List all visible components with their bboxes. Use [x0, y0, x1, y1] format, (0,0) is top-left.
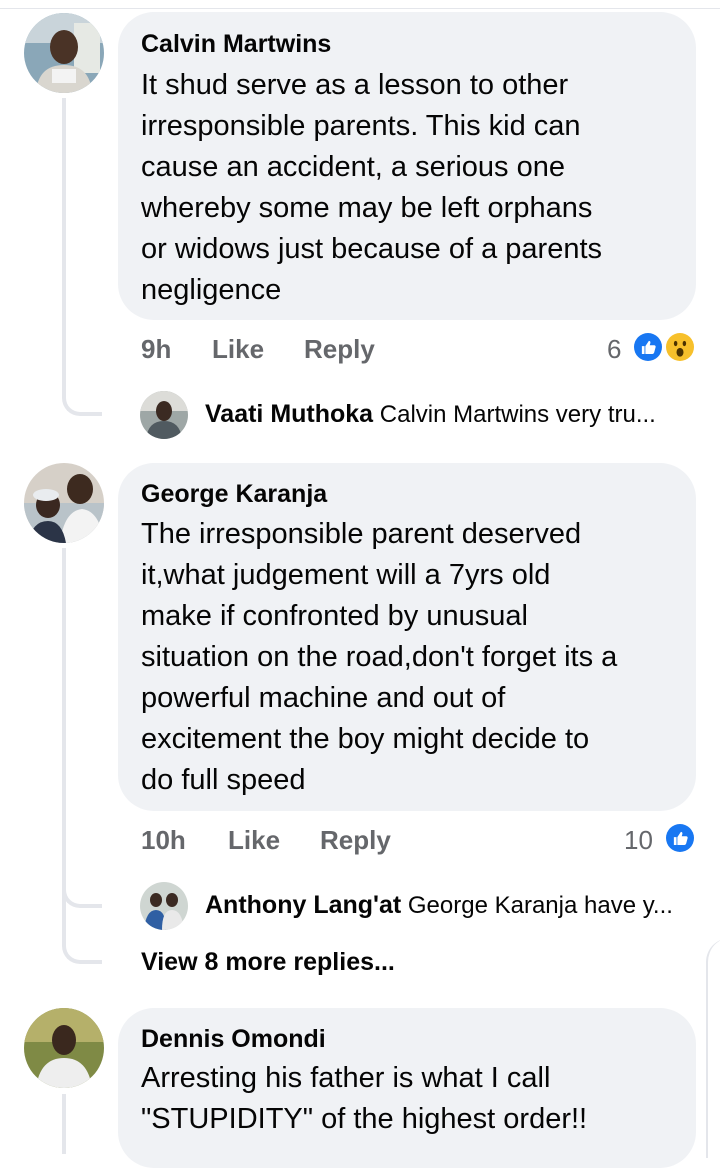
reply-text: Calvin Martwins very tru... — [379, 401, 656, 428]
comment-text: The irresponsible parent deserved it,wha… — [141, 518, 618, 796]
comment-time: 10h — [141, 825, 186, 855]
avatar-vaati-muthoka[interactable] — [140, 391, 188, 439]
like-icon — [664, 822, 696, 854]
avatar-anthony-langat[interactable] — [140, 882, 188, 930]
reply-button[interactable]: Reply — [304, 334, 375, 365]
like-button[interactable]: Like — [228, 825, 280, 856]
comment-text: It shud serve as a lesson to other irres… — [141, 69, 603, 306]
reply-preview[interactable]: Anthony Lang'at George Karanja have y... — [205, 891, 673, 920]
comment-bubble: George Karanja The irresponsible parent … — [118, 463, 696, 811]
thread-connector — [62, 380, 102, 416]
side-panel-edge — [706, 938, 720, 1158]
reaction-count[interactable]: 6 — [607, 334, 621, 365]
reaction-count[interactable]: 10 — [624, 825, 653, 856]
comment-bubble: Dennis Omondi Arresting his father is wh… — [118, 1008, 696, 1168]
avatar-dennis-omondi[interactable] — [24, 1008, 104, 1088]
view-more-replies-button[interactable]: View 8 more replies... — [141, 948, 395, 977]
comment-author[interactable]: George Karanja — [141, 479, 327, 509]
like-icon — [632, 331, 664, 363]
reply-author[interactable]: Vaati Muthoka — [205, 400, 373, 428]
comment-text: Arresting his father is what I call "STU… — [141, 1062, 588, 1135]
avatar-calvin-martwins[interactable] — [24, 13, 104, 93]
reply-text: George Karanja have y... — [407, 892, 673, 919]
comment-author[interactable]: Dennis Omondi — [141, 1024, 326, 1054]
thread-connector — [62, 872, 102, 908]
avatar-george-karanja[interactable] — [24, 463, 104, 543]
like-button[interactable]: Like — [212, 334, 264, 365]
reply-author[interactable]: Anthony Lang'at — [205, 891, 401, 919]
thread-connector — [62, 928, 102, 964]
reply-button[interactable]: Reply — [320, 825, 391, 856]
comment-time: 9h — [141, 334, 172, 364]
top-divider — [0, 8, 720, 9]
thread-line — [62, 98, 66, 390]
comment-bubble: Calvin Martwins It shud serve as a lesso… — [118, 12, 696, 320]
comment-author[interactable]: Calvin Martwins — [141, 29, 331, 59]
reply-preview[interactable]: Vaati Muthoka Calvin Martwins very tru..… — [205, 400, 656, 429]
thread-line — [62, 1094, 66, 1154]
wow-icon — [664, 331, 696, 363]
